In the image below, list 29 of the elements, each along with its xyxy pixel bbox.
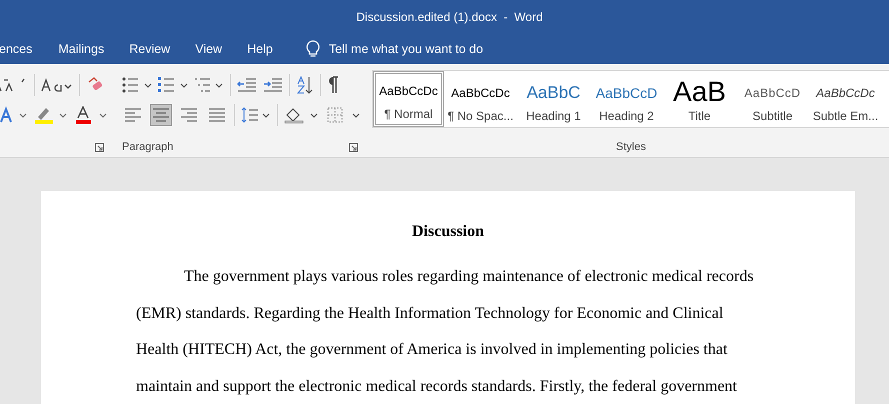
dialog-launcher-icon[interactable] <box>95 142 104 152</box>
style-item[interactable]: AaBbCcDc ¶ Normal <box>373 71 444 127</box>
window-title: Discussion.edited (1).docx - Word <box>356 10 543 24</box>
increase-indent-icon[interactable] <box>263 76 283 94</box>
dialog-launcher-icon[interactable] <box>349 142 358 152</box>
multilevel-list-icon[interactable] <box>194 76 224 94</box>
decrease-indent-icon[interactable] <box>237 76 257 94</box>
lightbulb-icon <box>306 40 320 58</box>
bullets-icon[interactable] <box>122 76 152 94</box>
document-heading: Discussion <box>410 223 486 241</box>
group-label: Styles <box>616 141 646 153</box>
line-spacing-icon[interactable] <box>241 106 271 124</box>
shading-icon[interactable] <box>284 106 320 124</box>
change-case-icon[interactable] <box>41 76 73 94</box>
ribbon-tab[interactable]: Mailings <box>58 33 118 64</box>
tell-me-field[interactable]: Tell me what you want to do <box>306 40 529 58</box>
text-effects-icon[interactable] <box>0 106 28 124</box>
numbering-icon[interactable] <box>158 76 188 94</box>
font-color-icon[interactable] <box>74 106 108 124</box>
ribbon-tab[interactable]: Review <box>129 33 184 64</box>
pilcrow-icon[interactable] <box>327 76 339 94</box>
borders-icon[interactable] <box>326 106 362 124</box>
sort-icon[interactable] <box>296 76 314 94</box>
align-center-button[interactable] <box>150 104 172 126</box>
ribbon-tab[interactable]: Help <box>247 33 287 64</box>
highlighter-icon[interactable] <box>34 106 68 124</box>
ribbon-tab[interactable]: View <box>195 33 236 64</box>
body-paragraph: The government plays various roles regarding maintenance of electronic medical records (EMR) standards. Regarding the Health Information Technology for Economic and Clinical Health (HITECH) Act, the government of America is involved in implementing policies that maintain and support the electronic medical records standards. Firstly, the federal government <box>136 267 755 397</box>
group-label: Paragraph <box>122 141 174 153</box>
